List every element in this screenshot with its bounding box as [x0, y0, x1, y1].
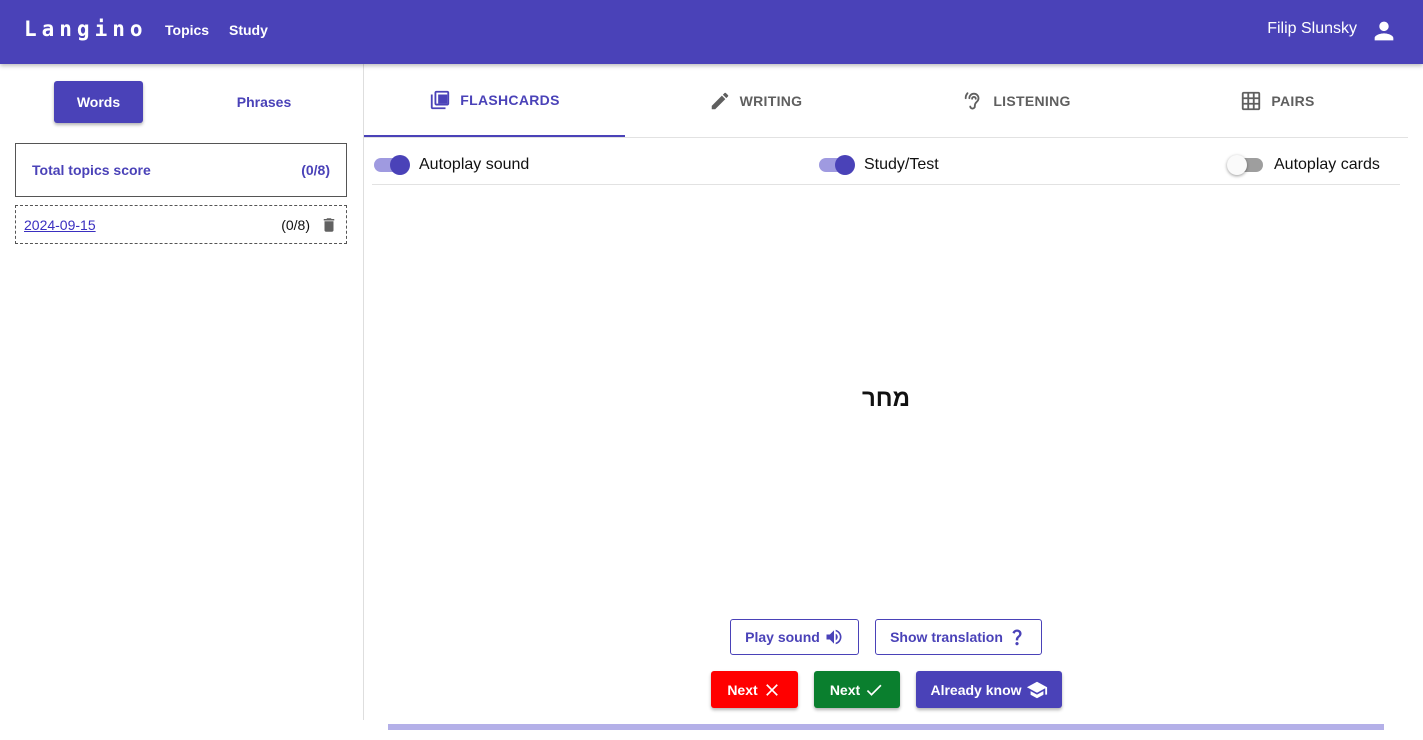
- trash-icon[interactable]: [320, 216, 338, 234]
- study-progress-bar: [388, 724, 1384, 730]
- tab-flashcards-label: FLASHCARDS: [460, 91, 560, 108]
- topic-score: (0/8): [281, 216, 310, 233]
- app-logo[interactable]: Langino: [24, 17, 148, 41]
- total-score-box: Total topics score (0/8): [15, 143, 347, 197]
- user-icon[interactable]: [1370, 17, 1398, 45]
- tab-listening[interactable]: LISTENING: [886, 64, 1147, 137]
- grid-icon: [1242, 91, 1261, 110]
- tab-writing-label: WRITING: [739, 92, 803, 109]
- user-name[interactable]: Filip Slunsky: [1267, 20, 1357, 38]
- study-test-toggle[interactable]: Study/Test: [817, 153, 939, 177]
- tab-writing[interactable]: WRITING: [625, 64, 886, 137]
- autoplay-sound-label: Autoplay sound: [419, 156, 530, 173]
- words-mode-button[interactable]: Words: [54, 81, 143, 123]
- topic-row: 2024-09-15 (0/8): [15, 205, 347, 244]
- show-translation-label: Show translation: [890, 629, 1003, 645]
- graduation-cap-icon: [1026, 681, 1047, 698]
- flashcard-word: מחר: [861, 385, 911, 412]
- topics-sidebar: Words Phrases Total topics score (0/8) 2…: [0, 64, 364, 720]
- autoplay-cards-toggle[interactable]: Autoplay cards: [1227, 153, 1380, 177]
- app-bar: Langino Topics Study Filip Slunsky: [0, 0, 1423, 64]
- autoplay-sound-switch[interactable]: [372, 153, 410, 177]
- next-wrong-button[interactable]: Next: [711, 671, 798, 708]
- autoplay-cards-switch[interactable]: [1227, 153, 1265, 177]
- tab-pairs[interactable]: PAIRS: [1147, 64, 1408, 137]
- study-test-label: Study/Test: [864, 156, 939, 173]
- next-right-label: Next: [829, 681, 861, 698]
- study-mode-tabs: FLASHCARDS WRITING LISTENING PAIRS: [364, 64, 1408, 138]
- topic-date-link[interactable]: 2024-09-15: [24, 217, 96, 233]
- autoplay-sound-toggle[interactable]: Autoplay sound: [372, 153, 529, 177]
- already-know-button[interactable]: Already know: [916, 671, 1062, 708]
- study-test-switch[interactable]: [817, 153, 855, 177]
- tab-listening-label: LISTENING: [993, 92, 1071, 109]
- autoplay-cards-label: Autoplay cards: [1274, 156, 1380, 173]
- options-bar: Autoplay sound Study/Test Autoplay cards: [372, 145, 1400, 185]
- total-score-value: (0/8): [301, 162, 330, 178]
- phrases-mode-button[interactable]: Phrases: [184, 81, 344, 123]
- tab-flashcards[interactable]: FLASHCARDS: [364, 64, 625, 137]
- next-right-button[interactable]: Next: [814, 671, 900, 708]
- flashcards-icon: [431, 90, 450, 109]
- checkmark-icon: [867, 684, 882, 696]
- total-score-label: Total topics score: [32, 162, 151, 178]
- play-sound-button[interactable]: Play sound: [730, 619, 859, 655]
- pencil-icon: [711, 92, 728, 109]
- volume-icon: [826, 629, 842, 645]
- already-know-label: Already know: [930, 681, 1022, 698]
- ear-icon: [965, 91, 980, 109]
- show-translation-button[interactable]: Show translation: [875, 619, 1042, 655]
- close-icon: [765, 683, 778, 696]
- nav-topics-link[interactable]: Topics: [165, 22, 209, 38]
- play-sound-label: Play sound: [745, 629, 820, 645]
- nav-study-link[interactable]: Study: [229, 22, 268, 38]
- tab-pairs-label: PAIRS: [1271, 92, 1315, 109]
- question-icon: [1012, 629, 1022, 646]
- next-wrong-label: Next: [727, 681, 758, 698]
